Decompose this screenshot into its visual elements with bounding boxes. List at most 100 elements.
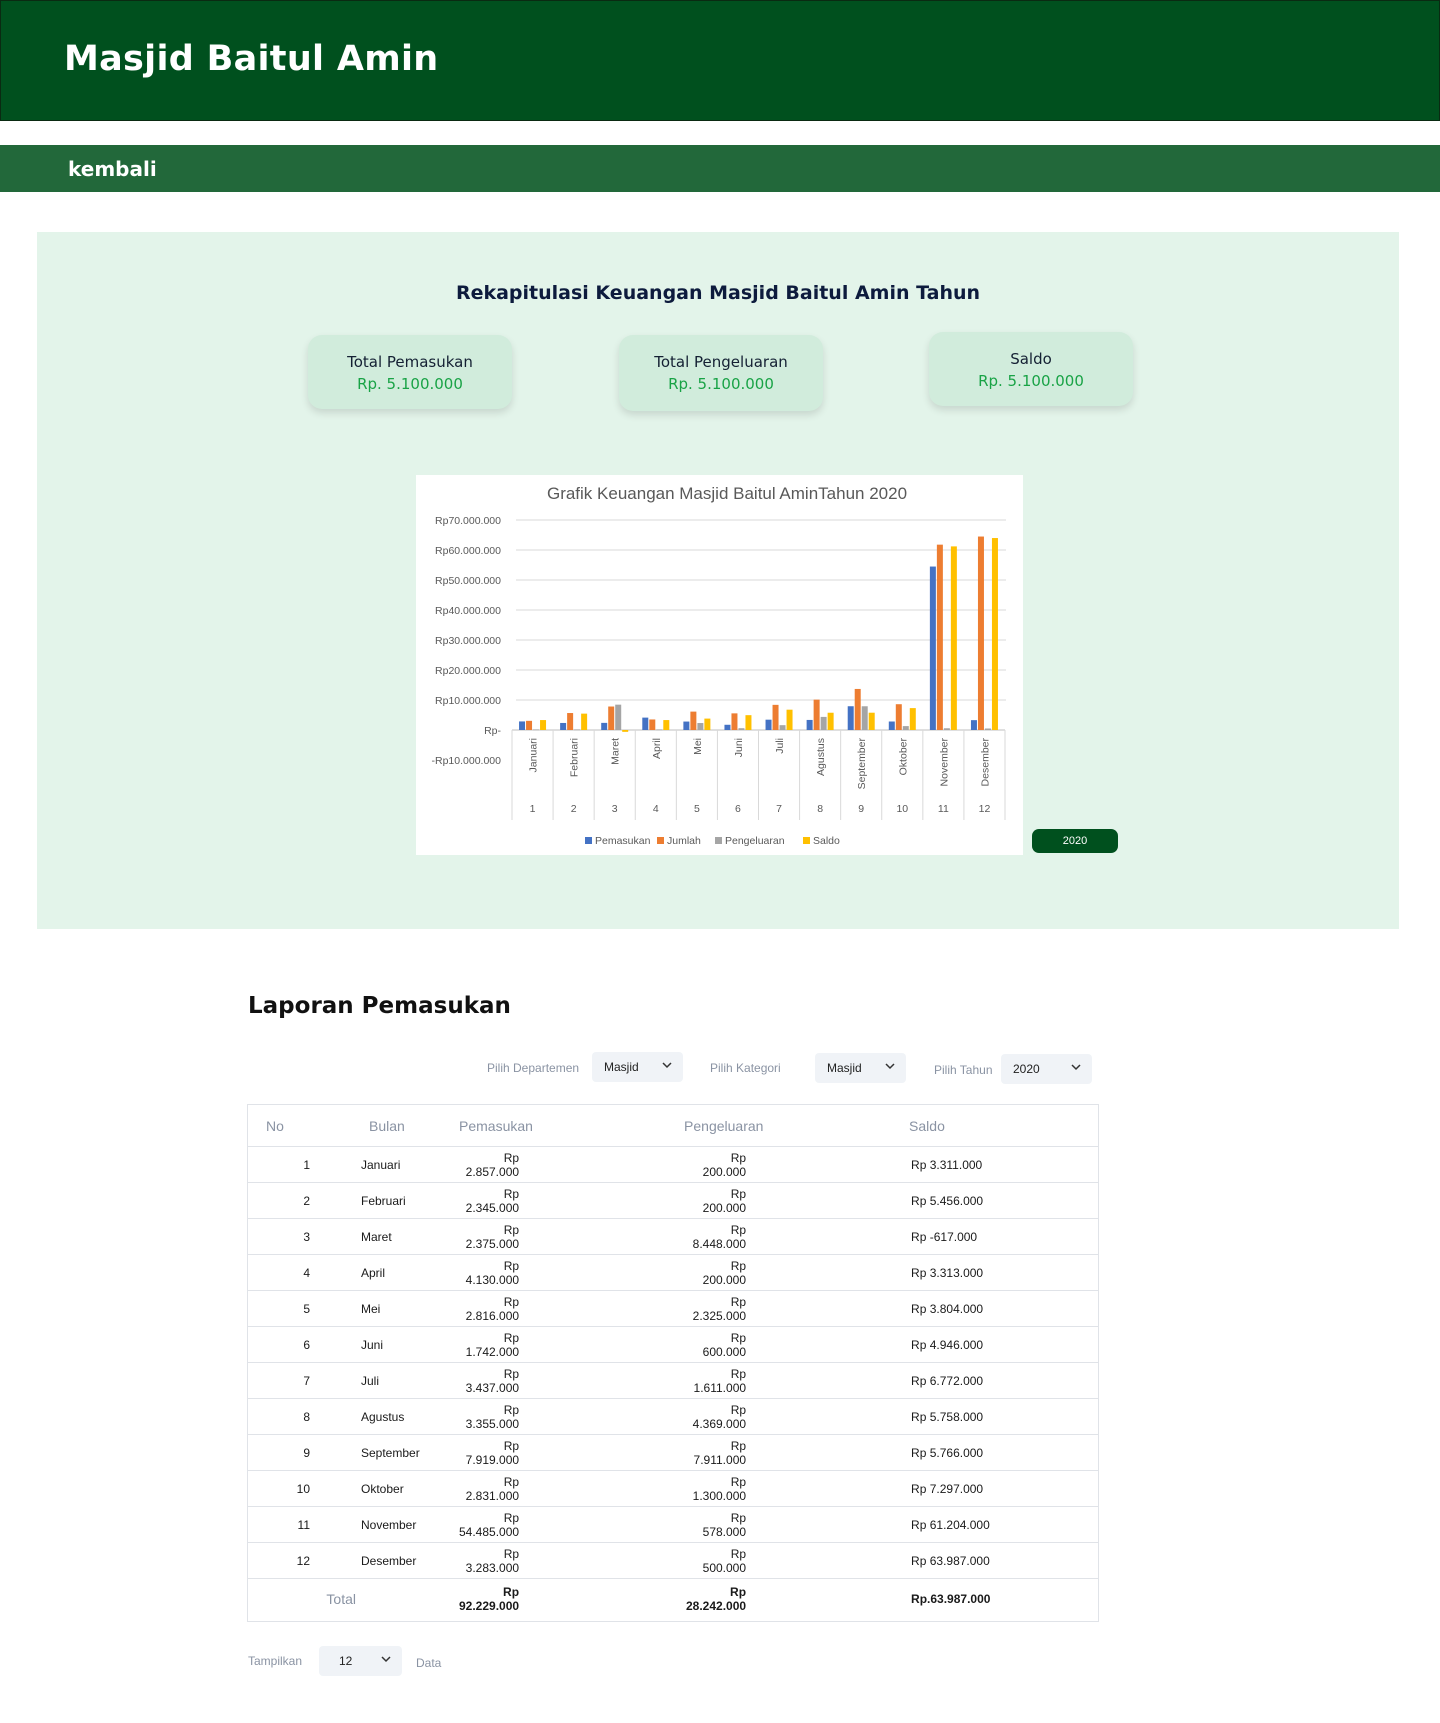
col-pemasukan: Pemasukan [459, 1105, 685, 1147]
cat-select[interactable]: Masjid [815, 1053, 906, 1083]
table-row: 2 Februari Rp 2.345.000 Rp 200.000 Rp 5.456.… [248, 1182, 1098, 1219]
bar-pengeluaran [533, 729, 540, 731]
table-row: 4 April Rp 4.130.000 Rp 200.000 Rp 3.313.000 [248, 1254, 1098, 1291]
x-category-number: 1 [530, 803, 536, 815]
bar-saldo [909, 708, 916, 730]
year-button[interactable]: 2020 [1032, 829, 1118, 853]
cell-bulan: Juli [356, 1362, 459, 1399]
legend-swatch [585, 837, 592, 844]
total-label: Total [326, 1591, 356, 1607]
legend-label: Pemasukan [595, 835, 651, 847]
card-label: Saldo [1010, 350, 1052, 368]
cell-bulan: Maret [356, 1218, 459, 1255]
card-total-pengeluaran: Total Pengeluaran Rp. 5.100.000 [619, 335, 823, 411]
bar-pengeluaran [984, 728, 991, 730]
bar-pengeluaran [697, 723, 704, 730]
back-link[interactable]: kembali [68, 157, 157, 181]
cell-saldo: Rp 4.946.000 [909, 1326, 1098, 1363]
x-category-label: September [856, 738, 868, 790]
recap-section: Rekapitulasi Keuangan Masjid Baitul Amin… [37, 232, 1399, 929]
bar-pemasukan [970, 720, 977, 730]
cell-bulan: Oktober [356, 1470, 459, 1507]
bar-saldo [581, 713, 588, 730]
bar-pemasukan [601, 722, 608, 730]
x-category-label: April [651, 738, 663, 759]
table-header-row: No Bulan Pemasukan Pengeluaran Saldo [248, 1105, 1098, 1147]
row-number: 12 [296, 1553, 310, 1568]
x-category-number: 11 [938, 803, 949, 815]
bar-jumlah [936, 544, 943, 730]
cell-no: 3 [248, 1218, 356, 1255]
cell-pengeluaran: Rp 4.369.000 [684, 1398, 910, 1435]
table-row: 5 Mei Rp 2.816.000 Rp 2.325.000 Rp 3.804.000 [248, 1290, 1098, 1327]
total-pemasukan: Rp 92.229.000 [459, 1585, 520, 1613]
x-category-label: Juni [733, 738, 745, 757]
cell-pengeluaran: Rp 600.000 [684, 1326, 910, 1363]
card-total-pemasukan: Total Pemasukan Rp. 5.100.000 [308, 335, 512, 409]
cell-saldo: Rp 3.313.000 [909, 1254, 1098, 1291]
x-category-number: 6 [735, 803, 741, 815]
cell-bulan: Juni [356, 1326, 459, 1363]
year-select[interactable]: 2020 [1001, 1054, 1092, 1084]
recap-title: Rekapitulasi Keuangan Masjid Baitul Amin… [455, 282, 981, 304]
cell-pemasukan: Rp 1.742.000 [459, 1326, 685, 1363]
total-spacer [356, 1579, 459, 1620]
x-category-label: Mei [692, 738, 704, 755]
bar-saldo [991, 538, 998, 730]
dept-select[interactable]: Masjid [592, 1052, 683, 1082]
x-category-number: 3 [612, 803, 618, 815]
cell-no: 6 [248, 1326, 356, 1363]
x-category-label: Juli [774, 738, 786, 754]
cat-filter-label: Pilih Kategori [710, 1061, 781, 1075]
x-category-number: 7 [776, 803, 782, 815]
cell-bulan: Agustus [356, 1398, 459, 1435]
table-row: 3 Maret Rp 2.375.000 Rp 8.448.000 Rp -617.00… [248, 1218, 1098, 1255]
table-row: 9 September Rp 7.919.000 Rp 7.911.000 Rp 5.7… [248, 1434, 1098, 1471]
legend-label: Jumlah [667, 835, 701, 847]
cat-select-value: Masjid [827, 1061, 862, 1075]
app-title: Masjid Baitul Amin [64, 39, 439, 79]
bar-jumlah [690, 711, 697, 730]
cell-no: 9 [248, 1434, 356, 1471]
y-tick-label: Rp50.000.000 [435, 575, 501, 587]
cell-pengeluaran: Rp 1.300.000 [684, 1470, 910, 1507]
y-tick-label: Rp60.000.000 [435, 545, 501, 557]
cell-pemasukan: Rp 2.857.000 [459, 1146, 685, 1183]
cell-pengeluaran: Rp 7.911.000 [684, 1434, 910, 1471]
cell-pemasukan: Rp 2.831.000 [459, 1470, 685, 1507]
x-category-label: November [938, 737, 950, 786]
cell-saldo: Rp 7.297.000 [909, 1470, 1098, 1507]
cell-no: 11 [248, 1506, 356, 1543]
legend-swatch [657, 837, 664, 844]
x-category-label: Oktober [897, 738, 909, 776]
bar-pengeluaran [615, 704, 622, 730]
cell-saldo: Rp 5.758.000 [909, 1398, 1098, 1435]
cell-no: 8 [248, 1398, 356, 1435]
show-label: Tampilkan [248, 1654, 303, 1668]
cell-no: 10 [248, 1470, 356, 1507]
table-row: 7 Juli Rp 3.437.000 Rp 1.611.000 Rp 6.772.00… [248, 1362, 1098, 1399]
bar-pengeluaran [902, 726, 909, 730]
cell-bulan: Mei [356, 1290, 459, 1327]
cell-saldo: Rp 5.766.000 [909, 1434, 1098, 1471]
page-size-select[interactable]: 12 [319, 1646, 402, 1676]
cell-bulan: Desember [356, 1542, 459, 1579]
cell-pemasukan: Rp 3.355.000 [459, 1398, 685, 1435]
x-category-label: Maret [610, 738, 622, 765]
row-number: 7 [303, 1373, 310, 1388]
row-number: 3 [303, 1229, 310, 1244]
bar-jumlah [854, 688, 861, 730]
cell-bulan: September [356, 1434, 459, 1471]
x-category-number: 2 [571, 803, 577, 815]
dept-select-value: Masjid [604, 1060, 639, 1074]
y-tick-label: Rp- [484, 725, 501, 737]
cell-pengeluaran: Rp 578.000 [684, 1506, 910, 1543]
row-number: 8 [303, 1409, 310, 1424]
bar-jumlah [567, 713, 574, 730]
x-category-number: 9 [858, 803, 864, 815]
year-select-value: 2020 [1013, 1062, 1040, 1076]
year-filter-label: Pilih Tahun [934, 1063, 993, 1077]
card-value: Rp. 5.100.000 [668, 375, 774, 393]
bar-pemasukan [765, 719, 772, 730]
table-row: 10 Oktober Rp 2.831.000 Rp 1.300.000 Rp 7.29… [248, 1470, 1098, 1507]
